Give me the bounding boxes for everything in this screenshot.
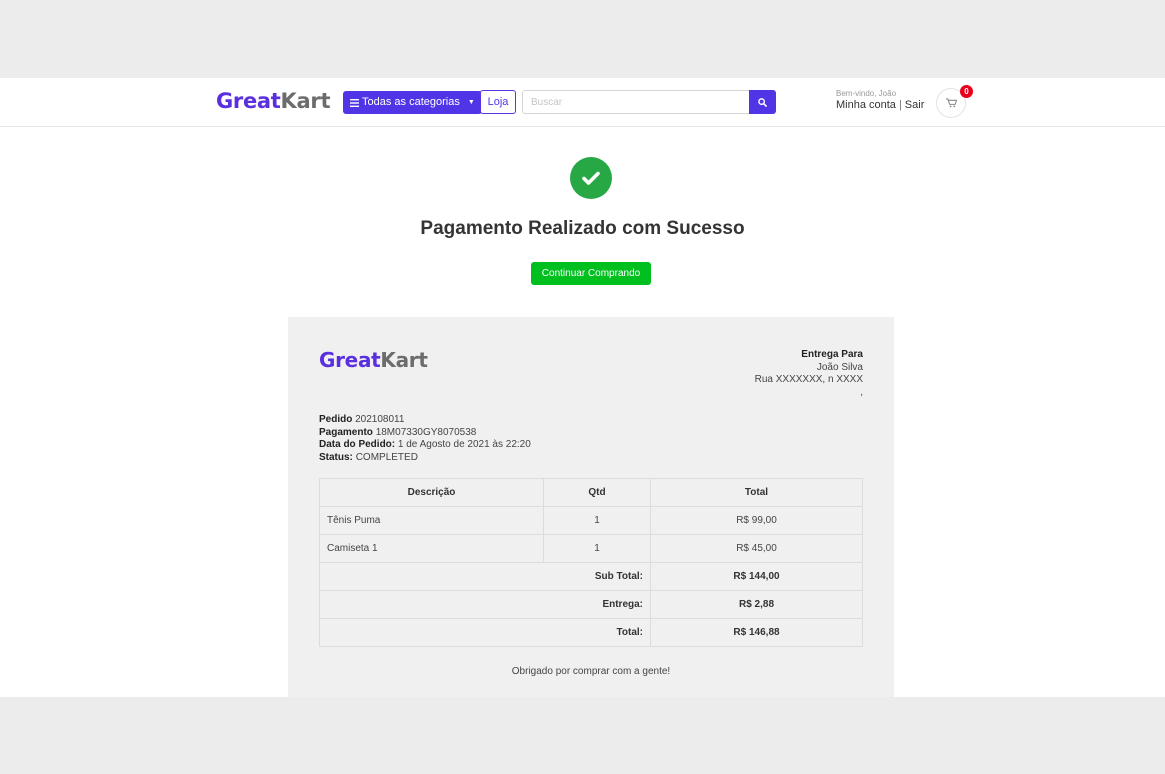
- shipping-value: R$ 2,88: [650, 590, 863, 619]
- order-number: Pedido 202108011: [319, 414, 531, 427]
- status-value: COMPLETED: [355, 451, 418, 463]
- search-button[interactable]: [749, 90, 776, 114]
- continue-shopping-button[interactable]: Continuar Comprando: [531, 262, 651, 285]
- order-value: 202108011: [355, 414, 405, 425]
- shipping-address: Entrega Para João Silva Rua XXXXXXX, n X…: [755, 349, 863, 399]
- total-row: Total: R$ 146,88: [319, 618, 863, 647]
- column-header-total: Total: [650, 478, 863, 507]
- payment-label: Pagamento: [319, 426, 373, 438]
- order-details: Pedido 202108011 Pagamento 18M07330GY807…: [319, 414, 531, 464]
- page: GreatKart Todas as categorias ▼ Loja Bem…: [0, 78, 1165, 697]
- subtotal-label: Sub Total:: [319, 562, 651, 591]
- item-qty: 1: [543, 506, 651, 535]
- chevron-down-icon: ▼: [467, 99, 475, 106]
- categories-label: Todas as categorias: [362, 96, 460, 108]
- total-label: Total:: [319, 618, 651, 647]
- search-input[interactable]: [522, 90, 750, 114]
- payment-id: Pagamento 18M07330GY8070538: [319, 427, 531, 440]
- order-items-table: Descrição Qtd Total Tênis Puma 1 R$ 99,0…: [319, 478, 863, 647]
- cart-count-badge: 0: [960, 85, 973, 98]
- shipping-extra: ,: [860, 386, 863, 398]
- item-description: Tênis Puma: [319, 506, 544, 535]
- categories-dropdown-button[interactable]: Todas as categorias ▼: [343, 91, 482, 114]
- shipping-label: Entrega:: [319, 590, 651, 619]
- invoice-logo-kart: Kart: [380, 348, 428, 372]
- logo[interactable]: GreatKart: [216, 89, 330, 113]
- shipping-street: Rua XXXXXXX, n XXXX: [754, 374, 863, 385]
- order-label: Pedido: [319, 414, 353, 425]
- subtotal-row: Sub Total: R$ 144,00: [319, 562, 863, 591]
- welcome-text: Bem-vindo, João: [836, 89, 897, 98]
- check-circle-icon: [570, 157, 612, 199]
- account-link[interactable]: Minha conta: [836, 99, 896, 111]
- date-value: 1 de Agosto de 2021 às 22:20: [397, 439, 531, 450]
- shipping-row: Entrega: R$ 2,88: [319, 590, 863, 619]
- item-total: R$ 99,00: [650, 506, 863, 535]
- table-header-row: Descrição Qtd Total: [319, 478, 863, 507]
- order-status: Status: COMPLETED: [319, 452, 531, 465]
- status-label: Status:: [319, 451, 353, 463]
- invoice-logo-great: Great: [319, 348, 381, 372]
- account-links: Minha conta | Sair: [836, 99, 924, 111]
- table-row: Camiseta 1 1 R$ 45,00: [319, 534, 863, 563]
- thank-you-message: Obrigado por comprar com a gente!: [511, 666, 671, 677]
- total-value: R$ 146,88: [650, 618, 863, 647]
- success-title: Pagamento Realizado com Sucesso: [420, 218, 745, 239]
- item-total: R$ 45,00: [650, 534, 863, 563]
- date-label: Data do Pedido:: [319, 439, 396, 450]
- menu-icon: [350, 98, 359, 107]
- shipping-heading: Entrega Para: [801, 349, 863, 360]
- payment-value: 18M07330GY8070538: [375, 426, 477, 438]
- logo-kart: Kart: [280, 89, 331, 113]
- item-qty: 1: [543, 534, 651, 563]
- search-icon: [758, 97, 767, 107]
- cart-icon: [945, 98, 957, 108]
- table-row: Tênis Puma 1 R$ 99,00: [319, 506, 863, 535]
- order-date: Data do Pedido: 1 de Agosto de 2021 às 2…: [319, 439, 531, 452]
- column-header-qty: Qtd: [543, 478, 651, 507]
- separator: |: [898, 99, 902, 111]
- invoice-card: GreatKart Entrega Para João Silva Rua XX…: [288, 317, 894, 697]
- shop-button[interactable]: Loja: [480, 90, 516, 114]
- shipping-name: João Silva: [816, 361, 863, 373]
- item-description: Camiseta 1: [319, 534, 544, 563]
- column-header-description: Descrição: [319, 478, 544, 507]
- site-header: GreatKart Todas as categorias ▼ Loja Bem…: [0, 78, 1165, 127]
- subtotal-value: R$ 144,00: [650, 562, 863, 591]
- logout-link[interactable]: Sair: [905, 99, 925, 111]
- logo-great: Great: [216, 89, 281, 113]
- invoice-logo: GreatKart: [319, 348, 428, 372]
